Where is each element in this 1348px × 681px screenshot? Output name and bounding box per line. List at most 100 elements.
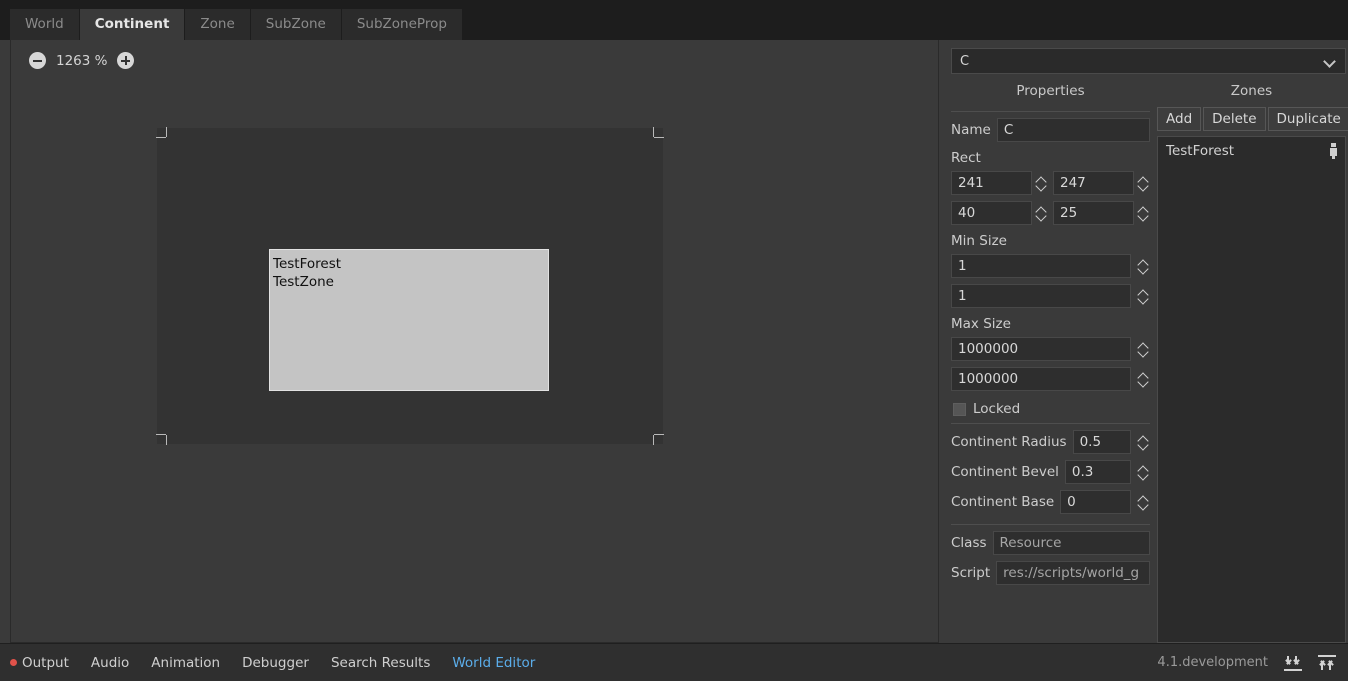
class-input[interactable]: Resource	[992, 531, 1150, 555]
tab-label: Continent	[94, 15, 170, 32]
bottom-tab-animation[interactable]: Animation	[151, 655, 220, 671]
zoom-level-label: 1263 %	[56, 52, 108, 69]
zones-column: Zones Add Delete Duplicate TestForest	[1156, 80, 1348, 643]
tab-world[interactable]: World	[10, 9, 80, 40]
bottom-tab-output[interactable]: Output	[10, 655, 69, 671]
rect-label: Rect	[951, 150, 981, 166]
continent-radius-label: Continent Radius	[951, 434, 1067, 450]
min-width-input[interactable]: 1	[951, 254, 1131, 278]
list-item[interactable]: TestForest	[1158, 137, 1345, 165]
min-size-label: Min Size	[951, 233, 1007, 249]
inspector-panel: C Properties Name C Rect 241 247 40 25 M…	[939, 40, 1348, 643]
continent-base-label: Continent Base	[951, 494, 1055, 510]
name-row: Name C	[951, 118, 1150, 142]
bottom-tab-label: Debugger	[242, 654, 309, 671]
min-height-row: 1	[951, 284, 1150, 308]
locked-checkbox[interactable]	[953, 402, 966, 416]
bottom-tab-label: Search Results	[330, 654, 431, 671]
rect-y-input[interactable]: 247	[1053, 171, 1134, 195]
max-height-input[interactable]: 1000000	[951, 367, 1131, 391]
tab-zone[interactable]: Zone	[185, 9, 251, 40]
zone-rect-title: TestForest	[273, 256, 342, 272]
bottom-tab-label: Output	[22, 654, 69, 671]
rect-position-row: 241 247	[951, 171, 1150, 195]
expand-top-icon[interactable]	[1318, 654, 1336, 671]
min-height-input[interactable]: 1	[951, 284, 1131, 308]
circle-minus-icon[interactable]	[29, 52, 46, 69]
zoom-controls: 1263 %	[29, 52, 135, 69]
chevron-down-icon	[1324, 57, 1337, 65]
add-zone-button[interactable]: Add	[1157, 107, 1202, 131]
tab-subzone[interactable]: SubZone	[250, 9, 342, 40]
name-input[interactable]: C	[996, 118, 1150, 142]
zone-rect-subtitle: TestZone	[273, 274, 334, 290]
tab-continent[interactable]: Continent	[79, 9, 186, 40]
continent-radius-stepper[interactable]	[1137, 430, 1150, 454]
properties-title: Properties	[1016, 83, 1085, 99]
class-label: Class	[951, 535, 987, 551]
zones-toolbar: Add Delete Duplicate	[1157, 107, 1348, 131]
continent-bevel-input[interactable]: 0.3	[1064, 460, 1131, 484]
rect-height-stepper[interactable]	[1137, 201, 1150, 225]
editor-body: 1263 % TestForest TestZone C Properties …	[0, 40, 1348, 643]
version-label: 4.1.development	[1157, 655, 1268, 670]
bottom-panel-tabs: Output Audio Animation Debugger Search R…	[10, 655, 535, 671]
continent-bounds[interactable]: TestForest TestZone	[156, 127, 664, 445]
rect-width-stepper[interactable]	[1035, 201, 1048, 225]
delete-zone-button[interactable]: Delete	[1203, 107, 1266, 131]
name-label: Name	[951, 122, 991, 138]
zone-item-label: TestForest	[1166, 143, 1235, 159]
bottom-tab-debugger[interactable]: Debugger	[242, 655, 309, 671]
bottom-tab-label: Audio	[90, 654, 130, 671]
max-width-stepper[interactable]	[1137, 337, 1150, 361]
divider	[951, 524, 1150, 525]
continent-radius-input[interactable]: 0.5	[1072, 430, 1131, 454]
continent-bevel-stepper[interactable]	[1137, 460, 1150, 484]
tab-label: SubZoneProp	[356, 15, 447, 32]
object-selector-dropdown[interactable]: C	[951, 48, 1346, 74]
continent-bevel-label: Continent Bevel	[951, 464, 1059, 480]
zone-rect-testforest[interactable]: TestForest TestZone	[269, 249, 549, 391]
pencil-icon[interactable]	[1330, 143, 1337, 159]
world-editor-window: World Continent Zone SubZone SubZoneProp…	[0, 0, 1348, 681]
corner-handle-top-right[interactable]	[651, 127, 664, 140]
class-row: Class Resource	[951, 531, 1150, 555]
continent-radius-row: Continent Radius 0.5	[951, 430, 1150, 454]
expand-bottom-icon[interactable]	[1284, 655, 1302, 671]
continent-base-stepper[interactable]	[1137, 490, 1150, 514]
tab-subzoneprop[interactable]: SubZoneProp	[341, 9, 463, 40]
object-selector-value: C	[960, 53, 970, 69]
max-width-input[interactable]: 1000000	[951, 337, 1131, 361]
script-input[interactable]: res://scripts/world_g	[996, 561, 1150, 585]
map-canvas[interactable]: 1263 % TestForest TestZone	[10, 40, 939, 643]
max-height-stepper[interactable]	[1137, 367, 1150, 391]
corner-handle-bottom-left[interactable]	[156, 432, 169, 445]
bottom-tab-label: World Editor	[452, 654, 536, 671]
rect-x-stepper[interactable]	[1035, 171, 1048, 195]
tab-label: SubZone	[265, 15, 326, 32]
inspector-columns: Properties Name C Rect 241 247 40 25 Min…	[951, 80, 1348, 643]
rect-height-input[interactable]: 25	[1053, 201, 1134, 225]
bottom-tab-search-results[interactable]: Search Results	[331, 655, 430, 671]
circle-plus-icon[interactable]	[117, 52, 135, 69]
duplicate-zone-button[interactable]: Duplicate	[1267, 107, 1348, 131]
properties-column: Properties Name C Rect 241 247 40 25 Min…	[951, 80, 1156, 643]
min-width-stepper[interactable]	[1137, 254, 1150, 278]
bottom-tab-audio[interactable]: Audio	[91, 655, 129, 671]
continent-base-input[interactable]: 0	[1060, 490, 1131, 514]
rect-x-input[interactable]: 241	[951, 171, 1032, 195]
zones-list[interactable]: TestForest	[1157, 136, 1346, 643]
script-label: Script	[951, 565, 991, 581]
editor-tab-bar: World Continent Zone SubZone SubZoneProp	[0, 0, 1348, 40]
rect-width-input[interactable]: 40	[951, 201, 1032, 225]
max-size-label: Max Size	[951, 316, 1011, 332]
bottom-tab-label: Animation	[151, 654, 221, 671]
min-height-stepper[interactable]	[1137, 284, 1150, 308]
locked-row[interactable]: Locked	[953, 401, 1150, 417]
rect-size-row: 40 25	[951, 201, 1150, 225]
tab-label: World	[25, 15, 64, 32]
rect-y-stepper[interactable]	[1137, 171, 1150, 195]
corner-handle-top-left[interactable]	[156, 127, 169, 140]
bottom-tab-world-editor[interactable]: World Editor	[452, 655, 535, 671]
corner-handle-bottom-right[interactable]	[651, 432, 664, 445]
